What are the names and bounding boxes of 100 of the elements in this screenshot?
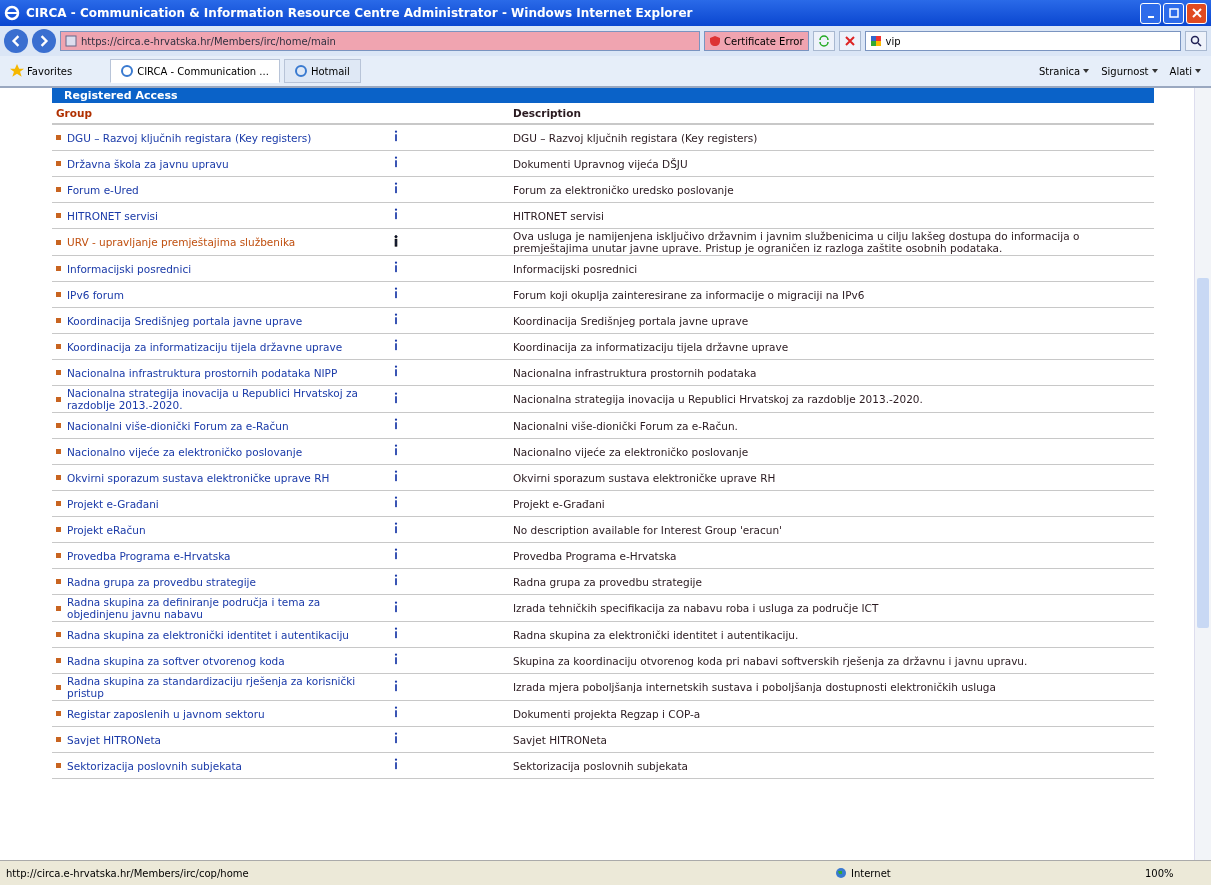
close-icon (1191, 8, 1202, 18)
group-link[interactable]: Informacijski posrednici (67, 262, 192, 275)
info-icon[interactable] (393, 706, 399, 718)
bullet-icon (56, 553, 61, 558)
forward-button[interactable] (32, 29, 56, 53)
address-field[interactable]: https://circa.e-hrvatska.hr/Members/irc/home/main (60, 31, 700, 51)
group-link[interactable]: Nacionalno vijeće za elektroničko poslovanje (67, 445, 303, 458)
info-icon[interactable] (393, 287, 399, 299)
browser-tab[interactable]: CIRCA - Communication ... (110, 59, 280, 83)
stop-button[interactable] (838, 31, 861, 51)
bullet-icon (56, 239, 61, 245)
group-link[interactable]: Radna skupina za softver otvorenog koda (67, 654, 285, 667)
description-cell-text: Nacionalna strategija inovacija u Republici Hrvatskoj za razdoblje 2013.-2020. (513, 392, 924, 406)
group-link[interactable]: Koordinacija Središnjeg portala javne uprave (67, 314, 303, 327)
stop-icon (843, 35, 856, 47)
info-icon[interactable] (393, 732, 399, 744)
description-cell-text: HITRONET servisi (513, 208, 605, 223)
caret-icon (1151, 69, 1158, 73)
group-link[interactable]: Nacionalna infrastruktura prostornih podataka NIPP (67, 366, 338, 379)
info-icon[interactable] (393, 130, 399, 142)
info-icon[interactable] (393, 313, 399, 325)
zoom-level[interactable]: 100% (1145, 867, 1205, 879)
group-link[interactable]: HITRONET servisi (67, 209, 158, 222)
bullet-icon (56, 763, 61, 768)
info-icon[interactable] (393, 418, 399, 430)
group-link[interactable]: Provedba Programa e-Hrvatska (67, 549, 231, 562)
info-icon[interactable] (393, 339, 399, 351)
info-icon[interactable] (393, 574, 399, 586)
info-icon[interactable] (393, 234, 399, 247)
info-icon[interactable] (393, 653, 399, 665)
browser-tab[interactable]: Hotmail (283, 59, 361, 83)
description-cell-text: Savjet HITRONeta (513, 732, 608, 747)
bullet-icon (56, 449, 61, 454)
command-menu[interactable]: Sigurnost (1097, 63, 1162, 79)
description-cell-text: Radna skupina za elektronički identitet i autentikaciju. (513, 627, 800, 642)
page-icon (294, 65, 307, 77)
info-icon[interactable] (393, 627, 399, 639)
group-link[interactable]: Koordinacija za informatizaciju tijela državne uprave (67, 340, 343, 353)
group-link[interactable]: IPv6 forum (67, 288, 124, 301)
search-provider-icon (869, 35, 882, 47)
group-link[interactable]: Nacionalni više-dionički Forum za e-Račun (67, 419, 289, 432)
search-field[interactable]: vip (864, 31, 1181, 51)
group-link[interactable]: Savjet HITRONeta (67, 733, 161, 746)
command-menu[interactable]: Stranica (1034, 63, 1094, 79)
bullet-icon (56, 737, 61, 742)
group-link[interactable]: Radna grupa za provedbu strategije (67, 575, 256, 588)
minimize-button[interactable] (1140, 2, 1161, 24)
info-icon[interactable] (393, 679, 399, 692)
group-link[interactable]: Sektorizacija poslovnih subjekata (67, 759, 243, 772)
group-link[interactable]: DGU – Razvoj ključnih registara (Key registers) (67, 131, 312, 144)
description-cell-text: No description available for Interest Group 'eracun' (513, 522, 783, 537)
vertical-scrollbar[interactable] (1194, 88, 1211, 860)
refresh-icon (817, 35, 830, 47)
description-cell-text: DGU – Razvoj ključnih registara (Key registers) (513, 130, 759, 145)
description-cell-text: Projekt e-Građani (513, 496, 606, 511)
description-cell-text: Nacionalni više-dionički Forum za e-Račun. (513, 418, 739, 433)
group-link[interactable]: Radna skupina za elektronički identitet i autentikaciju (67, 628, 349, 641)
bullet-icon (56, 318, 61, 323)
group-link[interactable]: URV - upravljanje premještajima službenika (67, 236, 296, 248)
bullet-icon (56, 213, 61, 218)
group-link[interactable]: Projekt eRačun (67, 523, 146, 536)
info-icon[interactable] (393, 208, 399, 220)
group-link[interactable]: Radna skupina za standardizaciju rješenja za korisnički pristup (67, 675, 381, 699)
group-link[interactable]: Okvirni sporazum sustava elektroničke uprave RH (67, 471, 330, 484)
maximize-button[interactable] (1163, 2, 1184, 24)
back-button[interactable] (4, 29, 28, 53)
command-menu[interactable]: Alati (1165, 63, 1205, 79)
group-link[interactable]: Projekt e-Građani (67, 497, 159, 510)
description-cell-text: Informacijski posrednici (513, 261, 639, 276)
info-icon[interactable] (393, 548, 399, 560)
info-icon[interactable] (393, 470, 399, 482)
description-cell-text: Koordinacija za informatizaciju tijela državne uprave (513, 339, 790, 354)
minimize-icon (1147, 16, 1154, 18)
info-icon[interactable] (393, 261, 399, 273)
bullet-icon (56, 161, 61, 166)
favorites-button[interactable]: Favorites (6, 62, 77, 80)
group-link[interactable]: Forum e-Ured (67, 183, 139, 196)
group-link[interactable]: Registar zaposlenih u javnom sektoru (67, 707, 265, 720)
info-icon[interactable] (393, 365, 399, 377)
info-icon[interactable] (393, 522, 399, 534)
close-button[interactable] (1186, 2, 1207, 24)
info-icon[interactable] (393, 600, 399, 613)
page-icon (121, 65, 134, 77)
search-icon (1190, 35, 1202, 47)
info-icon[interactable] (393, 758, 399, 770)
bullet-icon (56, 579, 61, 584)
search-button[interactable] (1185, 31, 1207, 51)
info-icon[interactable] (393, 496, 399, 508)
certificate-error-button[interactable]: Certificate Error (704, 31, 809, 51)
info-icon[interactable] (393, 391, 399, 404)
group-link[interactable]: Državna škola za javnu upravu (67, 157, 229, 170)
info-icon[interactable] (393, 444, 399, 456)
info-icon[interactable] (393, 182, 399, 194)
description-cell-text: Nacionalno vijeće za elektroničko poslovanje (513, 444, 750, 459)
bullet-icon (56, 501, 61, 506)
group-link[interactable]: Nacionalna strategija inovacija u Republici Hrvatskoj za razdoblje 2013.-2020. (67, 387, 381, 411)
bullet-icon (56, 684, 61, 690)
group-link[interactable]: Radna skupina za definiranje područja i tema za objedinjenu javnu nabavu (67, 596, 381, 620)
info-icon[interactable] (393, 156, 399, 168)
description-cell-text: Forum koji okuplja zainteresirane za informacije o migraciji na IPv6 (513, 287, 866, 302)
